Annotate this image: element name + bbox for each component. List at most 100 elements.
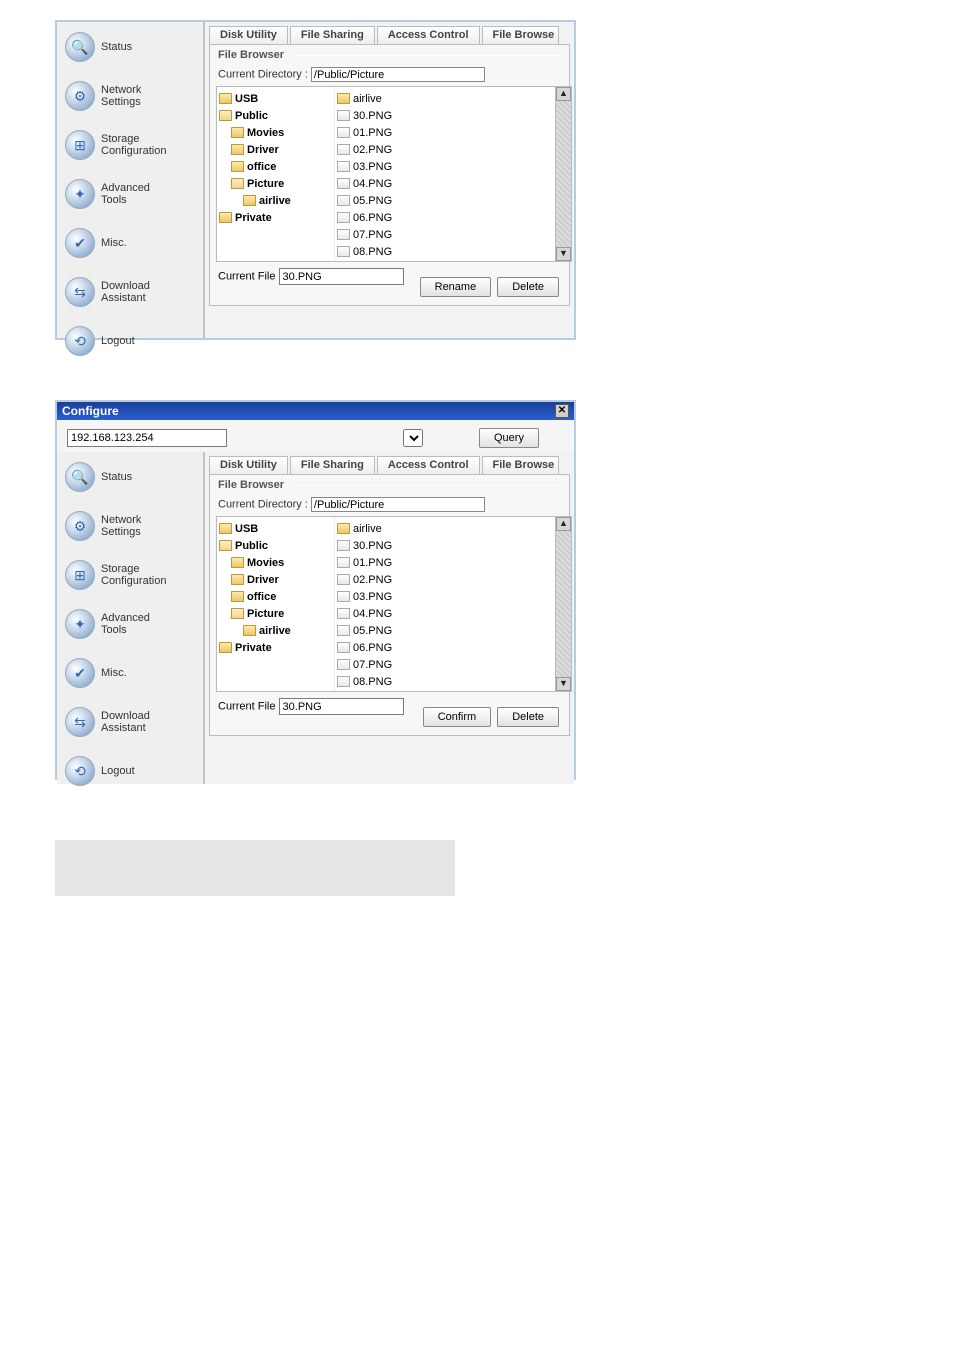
file-item[interactable]: 06.PNG	[337, 209, 553, 226]
tree-node[interactable]: Private	[219, 639, 332, 656]
sidebar-item-download-assistant[interactable]: ⇆DownloadAssistant	[57, 703, 203, 741]
tab-file-sharing[interactable]: File Sharing	[290, 456, 375, 474]
tree-node[interactable]: airlive	[219, 622, 332, 639]
file-item[interactable]: 07.PNG	[337, 226, 553, 243]
tree-node[interactable]: office	[219, 588, 332, 605]
scroll-thumb[interactable]	[556, 101, 571, 247]
file-item[interactable]: 07.PNG	[337, 656, 553, 673]
file-item[interactable]: 01.PNG	[337, 554, 553, 571]
tree-node[interactable]: USB	[219, 520, 332, 537]
delete-button[interactable]: Delete	[497, 277, 559, 297]
tree-node[interactable]: Private	[219, 209, 332, 226]
folder-icon	[231, 127, 244, 138]
sidebar-item-label: Logout	[101, 335, 135, 347]
scroll-up-icon[interactable]: ▲	[556, 517, 571, 531]
tab-access-control[interactable]: Access Control	[377, 456, 480, 474]
tab-disk-utility[interactable]: Disk Utility	[209, 26, 288, 44]
folder-icon	[231, 557, 244, 568]
close-icon[interactable]: ✕	[555, 404, 569, 418]
tree-node-label: Private	[235, 212, 272, 224]
sidebar-icon: ✦	[65, 179, 95, 209]
sidebar: 🔍Status ⚙NetworkSettings ⊞StorageConfigura…	[57, 22, 205, 338]
current-file-input[interactable]	[279, 268, 404, 285]
file-item[interactable]: 03.PNG	[337, 588, 553, 605]
sidebar-item-status[interactable]: 🔍Status	[57, 28, 203, 66]
sidebar-item-network-settings[interactable]: ⚙NetworkSettings	[57, 507, 203, 545]
tree-node[interactable]: Driver	[219, 571, 332, 588]
tab-file-browse[interactable]: File Browse	[482, 26, 560, 44]
address-dropdown[interactable]	[403, 429, 423, 447]
file-item[interactable]: 01.PNG	[337, 124, 553, 141]
address-input[interactable]	[67, 429, 227, 447]
current-file-input[interactable]	[279, 698, 404, 715]
file-item-label: 03.PNG	[353, 591, 392, 603]
file-item[interactable]: 06.PNG	[337, 639, 553, 656]
delete-button[interactable]: Delete	[497, 707, 559, 727]
current-dir-input[interactable]	[311, 67, 485, 82]
scroll-down-icon[interactable]: ▼	[556, 247, 571, 261]
sidebar-item-storage-configuration[interactable]: ⊞StorageConfiguration	[57, 556, 203, 594]
file-item[interactable]: 08.PNG	[337, 673, 553, 690]
sidebar-item-logout[interactable]: ⟲Logout	[57, 752, 203, 790]
scrollbar[interactable]: ▲ ▼	[555, 517, 571, 691]
sidebar-item-status[interactable]: 🔍Status	[57, 458, 203, 496]
tab-disk-utility[interactable]: Disk Utility	[209, 456, 288, 474]
sidebar-item-storage-configuration[interactable]: ⊞StorageConfiguration	[57, 126, 203, 164]
file-item[interactable]: 04.PNG	[337, 175, 553, 192]
sidebar-item-network-settings[interactable]: ⚙NetworkSettings	[57, 77, 203, 115]
file-icon	[337, 591, 350, 602]
sidebar-item-advanced-tools[interactable]: ✦AdvancedTools	[57, 175, 203, 213]
file-item[interactable]: 30.PNG	[337, 107, 553, 124]
sidebar-item-label: Status	[101, 471, 132, 483]
tab-access-control[interactable]: Access Control	[377, 26, 480, 44]
file-item[interactable]: 04.PNG	[337, 605, 553, 622]
file-item-label: 01.PNG	[353, 127, 392, 139]
file-item-label: 30.PNG	[353, 110, 392, 122]
tab-file-browse[interactable]: File Browse	[482, 456, 560, 474]
tree-node[interactable]: Movies	[219, 124, 332, 141]
file-item[interactable]: airlive	[337, 520, 553, 537]
file-item[interactable]: 30.PNG	[337, 537, 553, 554]
sidebar-item-download-assistant[interactable]: ⇆DownloadAssistant	[57, 273, 203, 311]
confirm-button[interactable]: Confirm	[423, 707, 492, 727]
tree-node-label: Driver	[247, 144, 279, 156]
tree-node-label: office	[247, 161, 276, 173]
file-item[interactable]: 03.PNG	[337, 158, 553, 175]
file-item[interactable]: 05.PNG	[337, 192, 553, 209]
tree-node-label: USB	[235, 93, 258, 105]
current-file-label: Current File	[218, 271, 275, 283]
sidebar-icon: 🔍	[65, 32, 95, 62]
scroll-thumb[interactable]	[556, 531, 571, 677]
tab-file-sharing[interactable]: File Sharing	[290, 26, 375, 44]
tree-node[interactable]: Movies	[219, 554, 332, 571]
file-item[interactable]: 02.PNG	[337, 141, 553, 158]
file-item[interactable]: 05.PNG	[337, 622, 553, 639]
tree-node[interactable]: Public	[219, 537, 332, 554]
file-icon	[337, 642, 350, 653]
tree-node[interactable]: Picture	[219, 605, 332, 622]
sidebar-item-logout[interactable]: ⟲Logout	[57, 322, 203, 360]
tree-node[interactable]: airlive	[219, 192, 332, 209]
scroll-up-icon[interactable]: ▲	[556, 87, 571, 101]
file-item[interactable]: airlive	[337, 90, 553, 107]
sidebar-item-advanced-tools[interactable]: ✦AdvancedTools	[57, 605, 203, 643]
sidebar: 🔍Status ⚙NetworkSettings ⊞StorageConfigura…	[57, 452, 205, 784]
file-item[interactable]: 08.PNG	[337, 243, 553, 260]
tree-node[interactable]: Driver	[219, 141, 332, 158]
sidebar-item-misc-[interactable]: ✔Misc.	[57, 224, 203, 262]
sidebar-item-misc-[interactable]: ✔Misc.	[57, 654, 203, 692]
tree-node[interactable]: Picture	[219, 175, 332, 192]
file-item-label: 30.PNG	[353, 540, 392, 552]
tree-node[interactable]: USB	[219, 90, 332, 107]
sidebar-icon: ✦	[65, 609, 95, 639]
current-dir-input[interactable]	[311, 497, 485, 512]
tree-node[interactable]: office	[219, 158, 332, 175]
file-item[interactable]: 02.PNG	[337, 571, 553, 588]
rename-button[interactable]: Rename	[420, 277, 492, 297]
scroll-down-icon[interactable]: ▼	[556, 677, 571, 691]
scrollbar[interactable]: ▲ ▼	[555, 87, 571, 261]
query-button[interactable]: Query	[479, 428, 539, 448]
folder-icon	[219, 110, 232, 121]
tree-node-label: Picture	[247, 608, 284, 620]
tree-node[interactable]: Public	[219, 107, 332, 124]
